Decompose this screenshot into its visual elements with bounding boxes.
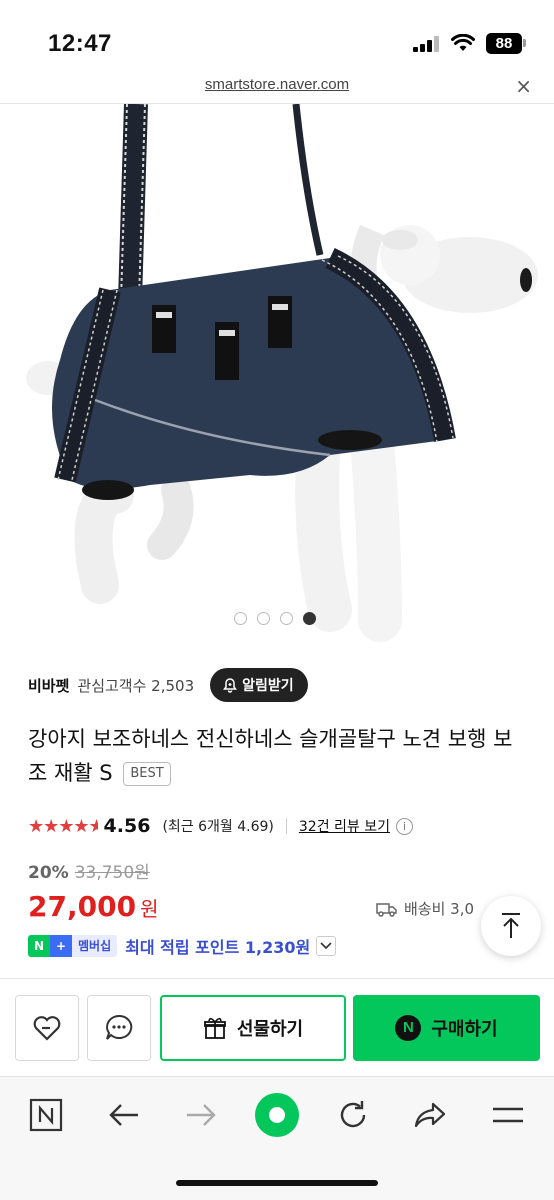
share-button[interactable]	[410, 1095, 450, 1135]
price-unit: 원	[140, 897, 159, 921]
chat-icon	[106, 1014, 133, 1040]
membership-row[interactable]: N + 멤버십 최대 적립 포인트 1,230원	[28, 933, 337, 959]
close-icon[interactable]: ×	[515, 74, 532, 98]
badge-plus: +	[50, 935, 72, 957]
gallery-dots	[234, 612, 316, 625]
chat-button[interactable]	[87, 995, 151, 1061]
alarm-label: 알림받기	[242, 678, 294, 694]
bell-icon	[223, 678, 238, 693]
arrow-left-icon	[109, 1104, 138, 1126]
back-button[interactable]	[104, 1095, 144, 1135]
green-dot-button[interactable]	[254, 1092, 300, 1138]
battery-indicator: 88	[486, 33, 522, 54]
home-indicator	[176, 1180, 378, 1186]
rating-row: ★★★★★ 4.56 (최근 6개월 4.69) 32건 리뷰 보기 i	[28, 812, 413, 840]
buy-button[interactable]: N 구매하기	[353, 995, 540, 1061]
gallery-dot[interactable]	[257, 612, 270, 625]
refresh-icon	[340, 1101, 366, 1128]
forward-button[interactable]	[181, 1095, 221, 1135]
best-badge: BEST	[123, 762, 171, 786]
sale-price: 27,000	[28, 890, 137, 923]
wifi-icon	[451, 34, 475, 51]
url-bar: smartstore.naver.com ×	[0, 72, 554, 104]
wishlist-button[interactable]	[15, 995, 79, 1061]
battery-tip	[523, 39, 526, 47]
heart-icon	[33, 1016, 61, 1041]
menu-button[interactable]	[488, 1095, 528, 1135]
status-time: 12:47	[48, 30, 112, 57]
url-text[interactable]: smartstore.naver.com	[0, 76, 554, 93]
section-divider	[0, 978, 554, 979]
gift-button[interactable]: 선물하기	[160, 995, 346, 1061]
shipping-text: 배송비 3,0	[404, 900, 475, 918]
reviews-link[interactable]: 32건 리뷰 보기	[299, 816, 390, 836]
alarm-button[interactable]: 알림받기	[210, 668, 308, 702]
scroll-to-top-button[interactable]	[481, 896, 541, 956]
seller-row: 비바펫 관심고객수 2,503 알림받기	[28, 668, 308, 702]
gallery-dot[interactable]	[280, 612, 293, 625]
status-bar: 12:47 88	[0, 0, 554, 72]
info-icon[interactable]: i	[396, 817, 413, 835]
rating-value: 4.56	[103, 815, 151, 837]
signal-icon	[413, 36, 441, 52]
membership-badge: N + 멤버십	[28, 935, 118, 957]
product-title-text: 강아지 보조하네스 전신하네스 슬개골탈구 노견 보행 보조 재활 S	[28, 727, 513, 785]
recent-rating: (최근 6개월 4.69)	[162, 819, 274, 835]
gift-label: 선물하기	[236, 1019, 304, 1040]
chevron-down-icon[interactable]	[316, 936, 337, 956]
action-bar: 선물하기 N 구매하기	[0, 995, 554, 1061]
naver-home-button[interactable]	[26, 1095, 66, 1135]
share-icon	[414, 1102, 446, 1128]
price-row: 27,000 원	[28, 890, 158, 923]
discount-row: 20% 33,750원	[28, 858, 150, 883]
naver-n-icon	[29, 1098, 63, 1132]
naver-n-icon: N	[395, 1015, 422, 1041]
followers-count: 관심고객수 2,503	[77, 676, 195, 695]
gallery-dot[interactable]	[234, 612, 247, 625]
original-price: 33,750원	[74, 863, 150, 883]
membership-points: 최대 적립 포인트 1,230원	[125, 938, 311, 957]
badge-label: 멤버십	[72, 935, 118, 957]
gallery-dot-active[interactable]	[303, 612, 316, 625]
divider	[285, 818, 287, 834]
badge-n: N	[28, 935, 50, 957]
star-rating-icon: ★★★★★	[28, 815, 98, 837]
gift-icon	[203, 1017, 226, 1039]
arrow-up-icon	[502, 913, 520, 938]
product-title: 강아지 보조하네스 전신하네스 슬개골탈구 노견 보행 보조 재활 S BEST	[28, 722, 528, 790]
refresh-button[interactable]	[333, 1095, 373, 1135]
arrow-right-icon	[187, 1104, 216, 1126]
menu-icon	[493, 1107, 523, 1123]
buy-label: 구매하기	[431, 1019, 498, 1040]
green-dot-icon	[255, 1093, 299, 1137]
truck-icon	[376, 902, 397, 917]
discount-rate: 20%	[28, 863, 69, 883]
product-image[interactable]	[0, 104, 554, 644]
shipping-fee: 배송비 3,0	[376, 898, 474, 919]
seller-name[interactable]: 비바펫	[28, 675, 69, 696]
dog-harness-photo	[26, 104, 538, 642]
